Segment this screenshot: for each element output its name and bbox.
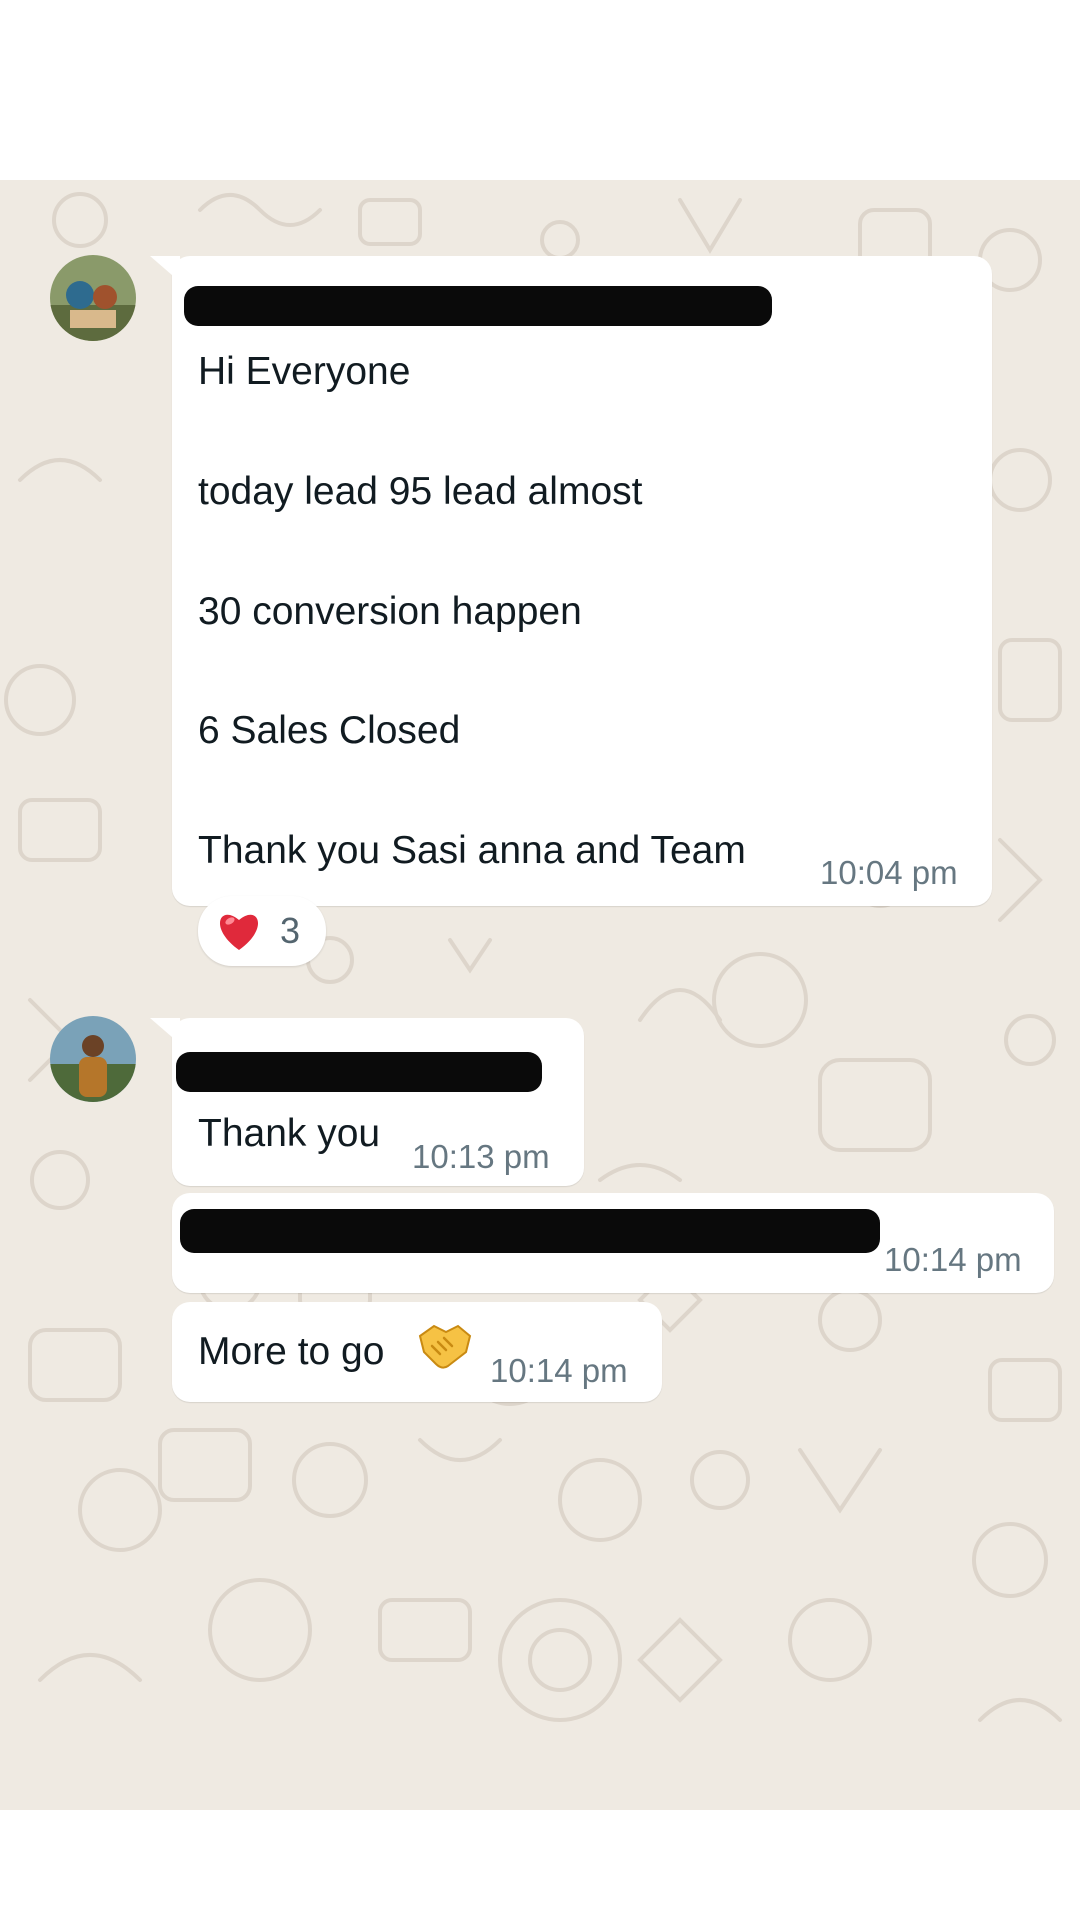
message-line: 30 conversion happen <box>198 590 582 633</box>
message-text: Thank you <box>198 1112 381 1155</box>
message-bubble[interactable]: Thank you 10:13 pm <box>150 1018 584 1186</box>
avatar[interactable] <box>50 255 136 341</box>
avatar[interactable] <box>50 1016 136 1102</box>
reaction-count: 3 <box>280 910 301 951</box>
handshake-icon <box>418 1324 472 1369</box>
bubble-tail <box>150 1018 180 1044</box>
message-line: 6 Sales Closed <box>198 709 461 752</box>
redacted-sender-name <box>176 1052 542 1092</box>
message-line: Thank you Sasi anna and Team <box>198 829 746 872</box>
message-bubble[interactable]: Hi Everyone today lead 95 lead almost 30… <box>150 256 992 906</box>
message-line: Hi Everyone <box>198 350 411 393</box>
message-bubble[interactable]: 10:14 pm <box>172 1193 1054 1293</box>
chat-area: Hi Everyone today lead 95 lead almost 30… <box>0 180 1080 1810</box>
bubble-tail <box>150 256 180 282</box>
heart-icon <box>219 914 259 950</box>
message-timestamp: 10:13 pm <box>412 1138 550 1175</box>
message-timestamp: 10:14 pm <box>490 1352 628 1389</box>
reaction-badge[interactable]: 3 <box>198 896 326 966</box>
message-timestamp: 10:14 pm <box>884 1241 1022 1278</box>
redacted-message-text <box>180 1209 880 1253</box>
message-timestamp: 10:04 pm <box>820 854 958 891</box>
message-text: More to go <box>198 1330 385 1373</box>
redacted-sender-name <box>184 286 772 326</box>
message-bubble[interactable]: More to go 10:14 pm <box>172 1302 662 1402</box>
message-line: today lead 95 lead almost <box>198 470 643 513</box>
